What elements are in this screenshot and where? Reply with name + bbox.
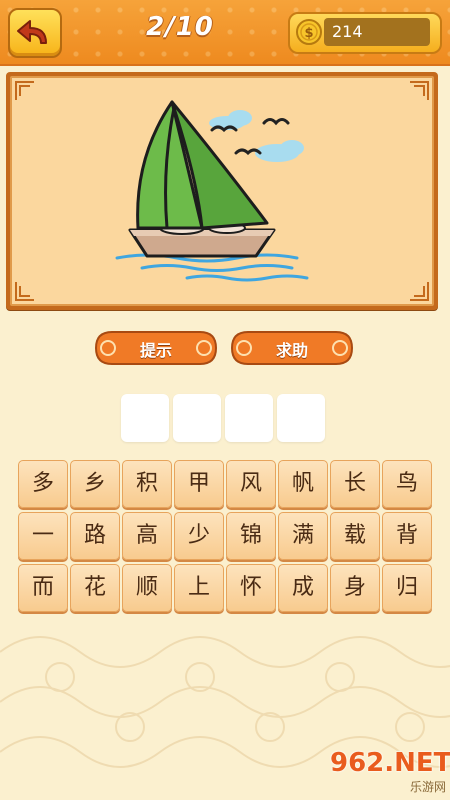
- help-button-label: 求助: [275, 341, 308, 360]
- char-tile[interactable]: 风: [226, 460, 276, 508]
- char-tile[interactable]: 一: [18, 512, 68, 560]
- coin-value: 214: [332, 22, 363, 41]
- char-tile[interactable]: 高: [122, 512, 172, 560]
- char-tile[interactable]: 怀: [226, 564, 276, 612]
- back-button[interactable]: [8, 8, 62, 58]
- svg-text:$: $: [304, 26, 313, 41]
- char-tile[interactable]: 满: [278, 512, 328, 560]
- char-tile[interactable]: 甲: [174, 460, 224, 508]
- watermark-sub: 乐游网: [409, 780, 446, 794]
- char-tile[interactable]: 背: [382, 512, 432, 560]
- char-tile[interactable]: 归: [382, 564, 432, 612]
- char-tile[interactable]: 长: [330, 460, 380, 508]
- answer-slot[interactable]: [277, 394, 325, 442]
- char-tile[interactable]: 少: [174, 512, 224, 560]
- frame-corner-ornament: [15, 282, 34, 301]
- answer-slot[interactable]: [225, 394, 273, 442]
- help-button[interactable]: 求助: [230, 330, 354, 366]
- hint-button-label: 提示: [139, 341, 172, 360]
- coin-counter: $ 214: [288, 12, 442, 54]
- char-tile[interactable]: 花: [70, 564, 120, 612]
- picture-panel: [10, 76, 434, 306]
- top-bar: 2/10 $ 214: [0, 0, 450, 66]
- char-tile[interactable]: 载: [330, 512, 380, 560]
- char-tile[interactable]: 顺: [122, 564, 172, 612]
- coin-value-box: 214: [324, 18, 430, 46]
- watermark-brand: 962.NET: [330, 748, 450, 778]
- char-tile[interactable]: 多: [18, 460, 68, 508]
- frame-corner-ornament: [15, 81, 34, 100]
- char-tile[interactable]: 而: [18, 564, 68, 612]
- char-tile[interactable]: 路: [70, 512, 120, 560]
- hint-button[interactable]: 提示: [94, 330, 218, 366]
- dollar-coin-icon: $: [296, 19, 322, 45]
- site-watermark: 962.NET 乐游网: [330, 748, 450, 796]
- undo-arrow-icon: [17, 20, 47, 44]
- char-tile[interactable]: 锦: [226, 512, 276, 560]
- char-tile[interactable]: 积: [122, 460, 172, 508]
- char-tile[interactable]: 鸟: [382, 460, 432, 508]
- answer-slot[interactable]: [173, 394, 221, 442]
- char-tile[interactable]: 乡: [70, 460, 120, 508]
- frame-corner-ornament: [410, 81, 429, 100]
- char-tile[interactable]: 上: [174, 564, 224, 612]
- picture-frame: [6, 72, 438, 310]
- water-icon: [115, 253, 309, 282]
- answer-slot[interactable]: [121, 394, 169, 442]
- level-indicator: 2/10: [146, 12, 214, 42]
- char-tile[interactable]: 帆: [278, 460, 328, 508]
- frame-corner-ornament: [410, 282, 429, 301]
- sailboat-illustration: [115, 100, 309, 282]
- char-tile[interactable]: 成: [278, 564, 328, 612]
- char-tile[interactable]: 身: [330, 564, 380, 612]
- cloud-icon: [209, 110, 304, 162]
